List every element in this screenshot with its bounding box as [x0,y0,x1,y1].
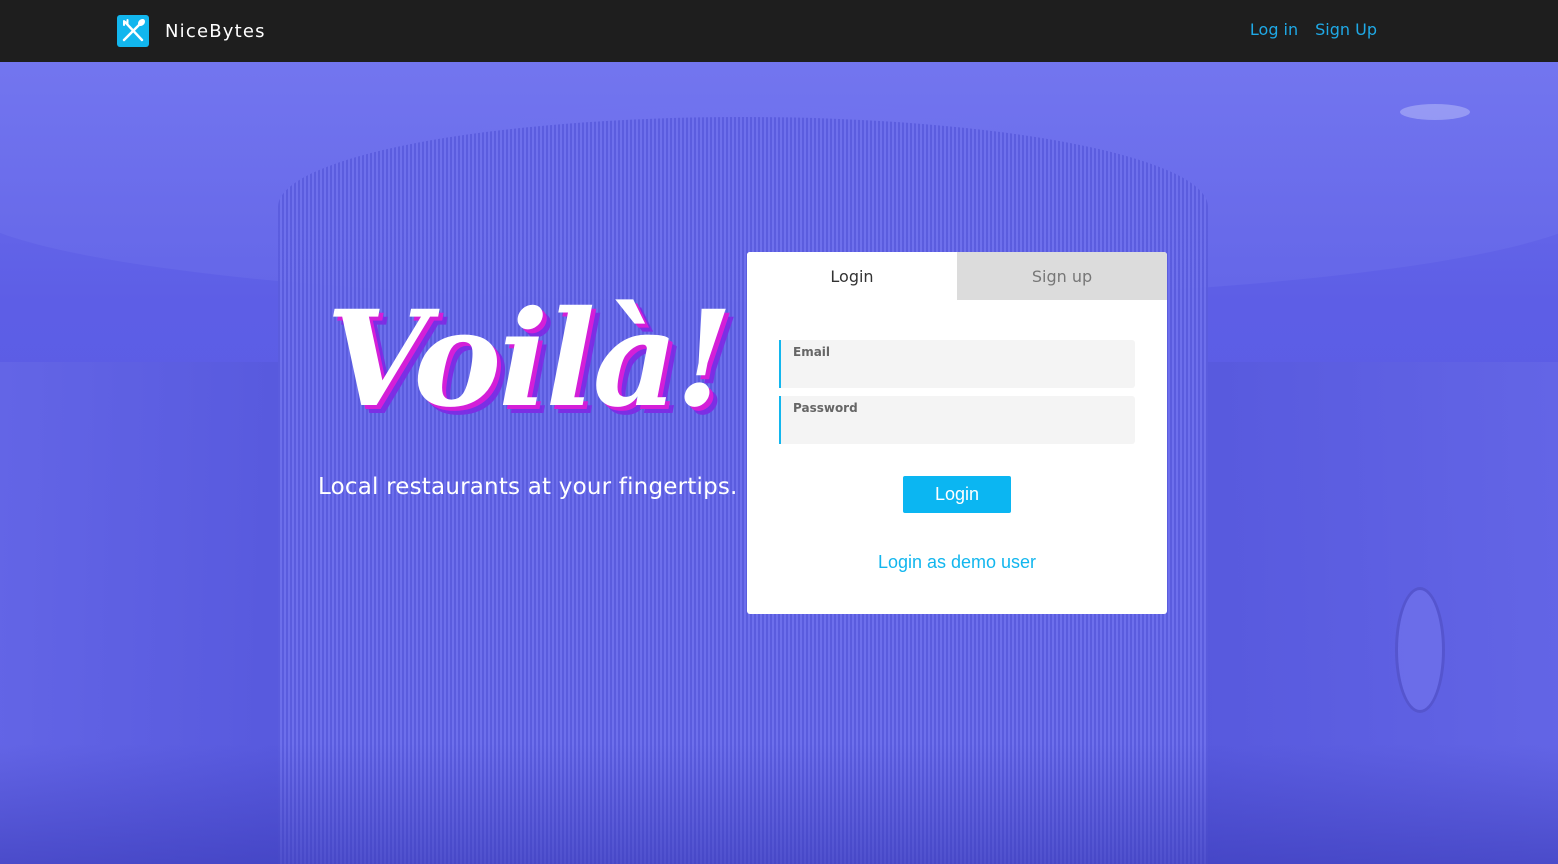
top-navbar: NiceBytes Log in Sign Up [0,0,1558,62]
brand-link[interactable]: NiceBytes [117,15,266,47]
auth-tabs: Login Sign up [747,252,1167,300]
hero-title: Voilà! [326,282,733,437]
tab-login[interactable]: Login [747,252,957,300]
email-input[interactable] [793,362,1123,384]
floor-shade [0,744,1558,864]
round-window [1395,587,1445,713]
auth-card: Login Sign up Email Password Login Login… [747,252,1167,614]
password-input[interactable] [793,418,1123,440]
password-field[interactable]: Password [779,396,1135,444]
fork-knife-icon [117,15,149,47]
demo-login-link[interactable]: Login as demo user [747,552,1167,573]
hero-tagline: Local restaurants at your fingertips. [318,474,738,500]
brand-name: NiceBytes [165,20,266,42]
login-button[interactable]: Login [903,476,1011,513]
nav-signup-link[interactable]: Sign Up [1315,20,1377,39]
nav-links: Log in Sign Up [1250,20,1377,39]
ceiling-light [1400,104,1470,120]
password-label: Password [793,401,858,415]
email-label: Email [793,345,831,359]
tab-signup[interactable]: Sign up [957,252,1167,300]
email-field[interactable]: Email [779,340,1135,388]
nav-login-link[interactable]: Log in [1250,20,1298,39]
